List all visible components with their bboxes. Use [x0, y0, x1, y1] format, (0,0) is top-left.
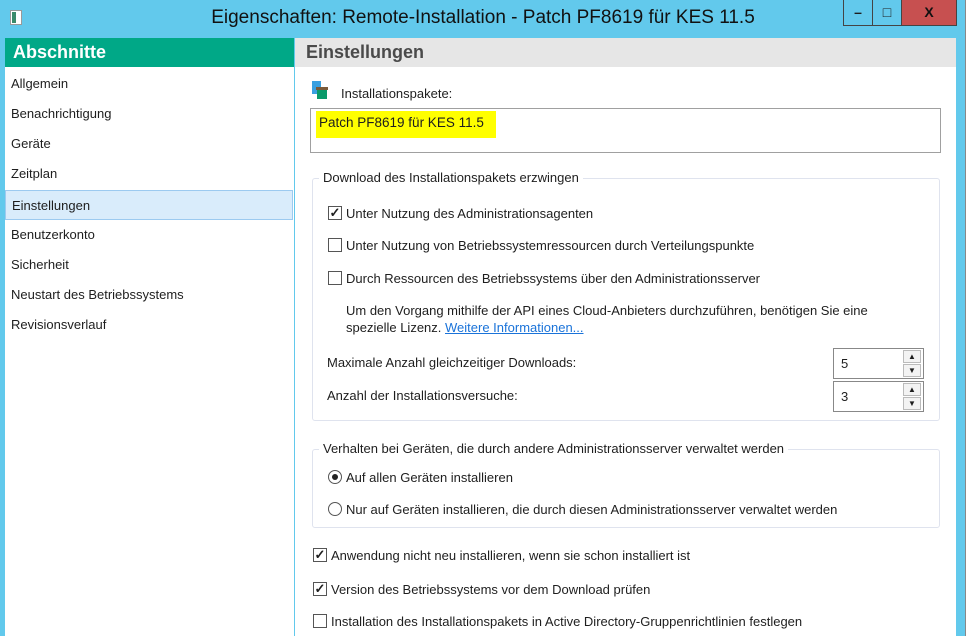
minimize-button[interactable]: – — [843, 0, 873, 26]
chevron-down-icon[interactable]: ▼ — [903, 397, 921, 410]
info-text-line1: Um den Vorgang mithilfe der API eines Cl… — [346, 303, 868, 318]
radio-managed-devices[interactable] — [328, 502, 342, 516]
sidebar-item-einstellungen[interactable]: Einstellungen — [5, 190, 293, 220]
radio-all-devices[interactable] — [328, 470, 342, 484]
chevron-up-icon[interactable]: ▲ — [903, 350, 921, 363]
checkbox-check-os-version-label: Version des Betriebssystems vor dem Down… — [331, 582, 651, 597]
attempts-stepper[interactable]: 3 ▲ ▼ — [833, 381, 924, 412]
window-title: Eigenschaften: Remote-Installation - Pat… — [211, 7, 755, 28]
checkbox-no-reinstall[interactable]: ✓ — [313, 548, 327, 562]
download-group-legend: Download des Installationspakets erzwing… — [319, 170, 583, 185]
sidebar-item-benutzerkonto[interactable]: Benutzerkonto — [5, 220, 293, 250]
max-downloads-label: Maximale Anzahl gleichzeitiger Downloads… — [327, 355, 577, 370]
package-value: Patch PF8619 für KES 11.5 — [316, 111, 496, 138]
sidebar-item-geraete[interactable]: Geräte — [5, 129, 293, 159]
behavior-group-legend: Verhalten bei Geräten, die durch andere … — [319, 441, 789, 456]
checkbox-active-directory-label: Installation des Installationspakets in … — [331, 614, 803, 629]
close-button[interactable]: X — [901, 0, 957, 26]
checkbox-admin-agent[interactable]: ✓ — [328, 206, 342, 220]
settings-header: Einstellungen — [295, 38, 956, 67]
sidebar-item-benachrichtigung[interactable]: Benachrichtigung — [5, 99, 293, 129]
package-icon — [312, 81, 328, 99]
checkbox-distribution-points-label: Unter Nutzung von Betriebssystemressourc… — [346, 238, 755, 253]
sections-panel: Abschnitte Allgemein Benachrichtigung Ge… — [5, 38, 294, 636]
checkbox-distribution-points[interactable] — [328, 238, 342, 252]
checkbox-admin-server-label: Durch Ressourcen des Betriebssystems übe… — [346, 271, 761, 286]
checkbox-active-directory[interactable] — [313, 614, 327, 628]
behavior-group: Verhalten bei Geräten, die durch andere … — [312, 441, 940, 528]
more-info-link[interactable]: Weitere Informationen... — [445, 320, 584, 335]
packages-field[interactable]: Patch PF8619 für KES 11.5 — [310, 108, 941, 153]
chevron-up-icon[interactable]: ▲ — [903, 383, 921, 396]
checkbox-admin-agent-label: Unter Nutzung des Administrationsagenten — [346, 206, 594, 221]
sidebar-item-zeitplan[interactable]: Zeitplan — [5, 159, 293, 189]
title-bar[interactable]: Eigenschaften: Remote-Installation - Pat… — [0, 0, 966, 37]
sidebar-item-revisionsverlauf[interactable]: Revisionsverlauf — [5, 310, 293, 340]
checkbox-admin-server[interactable] — [328, 271, 342, 285]
attempts-value: 3 — [841, 389, 849, 404]
max-downloads-stepper[interactable]: 5 ▲ ▼ — [833, 348, 924, 379]
sidebar-item-sicherheit[interactable]: Sicherheit — [5, 250, 293, 280]
properties-window: Eigenschaften: Remote-Installation - Pat… — [0, 0, 966, 636]
info-text-line2: spezielle Lizenz. — [346, 320, 442, 335]
attempts-label: Anzahl der Installationsversuche: — [327, 388, 518, 403]
checkbox-no-reinstall-label: Anwendung nicht neu installieren, wenn s… — [331, 548, 691, 563]
packages-label: Installationspakete: — [341, 86, 453, 101]
maximize-button[interactable]: □ — [872, 0, 902, 26]
radio-all-devices-label: Auf allen Geräten installieren — [346, 470, 513, 485]
max-downloads-value: 5 — [841, 356, 849, 371]
download-group: Download des Installationspakets erzwing… — [312, 170, 940, 421]
checkbox-check-os-version[interactable]: ✓ — [313, 582, 327, 596]
radio-managed-devices-label: Nur auf Geräten installieren, die durch … — [346, 502, 838, 517]
chevron-down-icon[interactable]: ▼ — [903, 364, 921, 377]
sections-header: Abschnitte — [5, 38, 294, 67]
sidebar-item-neustart[interactable]: Neustart des Betriebssystems — [5, 280, 293, 310]
sidebar-item-allgemein[interactable]: Allgemein — [5, 69, 293, 99]
settings-panel: Einstellungen Installationspakete: Patch… — [295, 38, 956, 636]
